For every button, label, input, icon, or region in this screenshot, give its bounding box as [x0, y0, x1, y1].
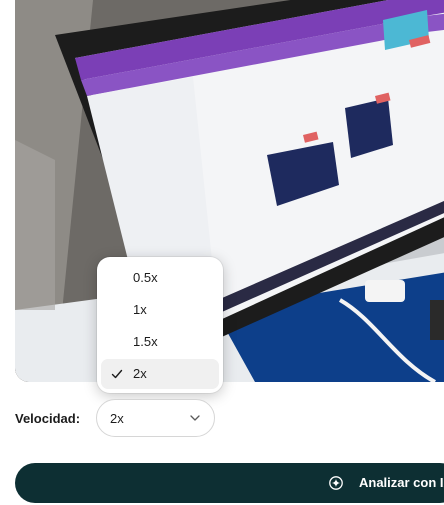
- speed-select-value: 2x: [110, 411, 124, 426]
- analyze-button-label: Analizar con IA: [359, 475, 444, 490]
- speed-label: Velocidad:: [15, 411, 81, 426]
- video-preview[interactable]: [15, 0, 444, 382]
- speed-option-label: 1x: [133, 302, 147, 317]
- speed-option-1-5x[interactable]: 1.5x: [101, 327, 219, 357]
- analyze-button[interactable]: Analizar con IA: [15, 463, 444, 503]
- speed-option-0-5x[interactable]: 0.5x: [101, 263, 219, 293]
- checkmark-icon: [111, 369, 123, 379]
- speed-option-label: 1.5x: [133, 334, 158, 349]
- monitor-photo: [15, 0, 444, 382]
- chevron-down-icon: [190, 415, 200, 421]
- speed-option-2x[interactable]: 2x: [101, 359, 219, 389]
- speed-options-menu: 0.5x 1x 1.5x 2x: [97, 257, 223, 393]
- speed-select[interactable]: 2x: [96, 399, 215, 437]
- speed-option-label: 2x: [133, 366, 147, 381]
- ai-sparkle-icon: [329, 476, 343, 490]
- speed-option-label: 0.5x: [133, 270, 158, 285]
- speed-option-1x[interactable]: 1x: [101, 295, 219, 325]
